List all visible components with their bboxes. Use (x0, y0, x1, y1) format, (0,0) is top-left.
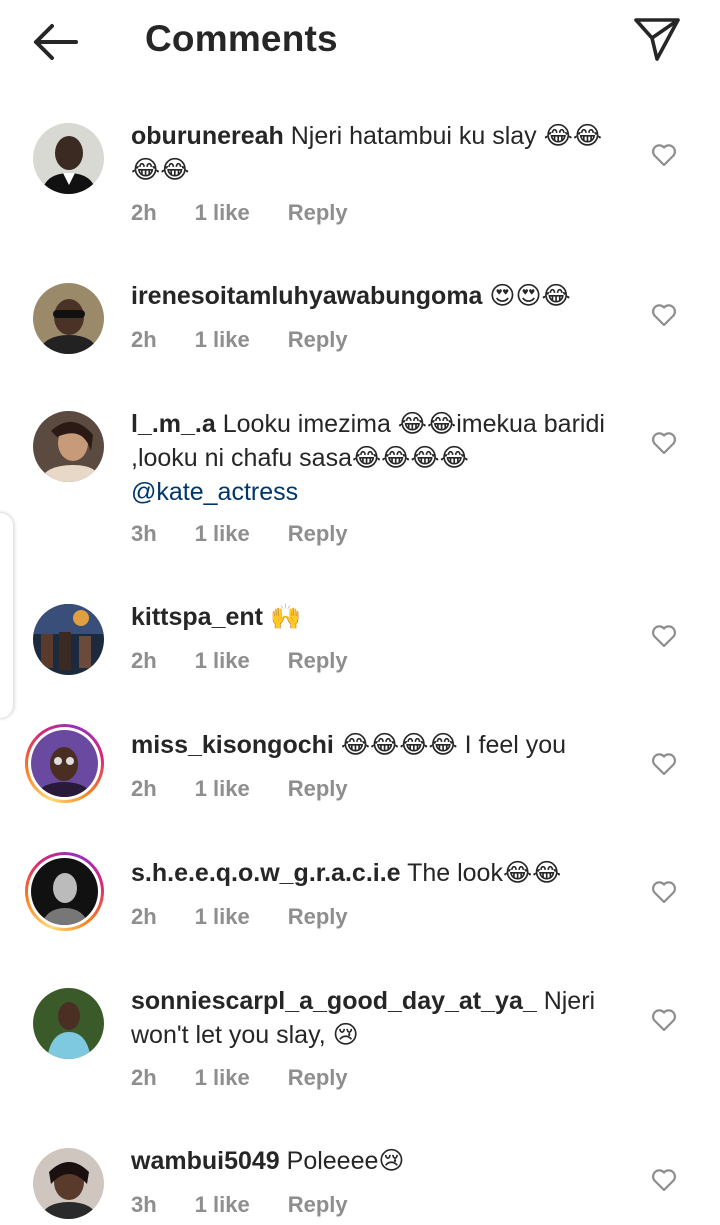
comment-likes[interactable]: 1 like (195, 327, 250, 353)
heart-icon[interactable] (651, 303, 677, 327)
comment-username[interactable]: s.h.e.e.q.o.w_g.r.a.c.i.e (131, 859, 401, 887)
comment-text: 😂😂😂😂 I feel you (340, 731, 567, 759)
heart-icon[interactable] (651, 1008, 677, 1032)
avatar[interactable] (25, 852, 104, 931)
comment-time: 2h (131, 1065, 157, 1090)
comment-meta: 2h 1 like Reply (131, 327, 386, 353)
comment-text: The look😂😂 (407, 859, 562, 887)
comment-username[interactable]: oburunereah (131, 122, 284, 150)
comment-text: 🙌 (269, 603, 302, 631)
reply-button[interactable]: Reply (288, 1192, 348, 1218)
reply-button[interactable]: Reply (288, 327, 348, 353)
avatar[interactable] (33, 1148, 104, 1219)
heart-icon[interactable] (651, 431, 677, 455)
heart-icon[interactable] (651, 752, 677, 776)
side-panel-handle[interactable] (0, 512, 14, 719)
comment-likes[interactable]: 1 like (195, 200, 250, 226)
comment-likes[interactable]: 1 like (195, 904, 250, 930)
direct-send-icon[interactable] (628, 14, 684, 64)
reply-button[interactable]: Reply (288, 648, 348, 674)
comment-username[interactable]: sonniescarpl_a_good_day_at_ya_ (131, 987, 537, 1015)
comment-username[interactable]: kittspa_ent (131, 603, 263, 631)
heart-icon[interactable] (651, 624, 677, 648)
heart-icon[interactable] (651, 143, 677, 167)
comment-time: 3h (131, 521, 157, 546)
comment-time: 2h (131, 904, 157, 929)
comment-body: irenesoitamluhyawabungoma 😍😍😂 (131, 279, 611, 313)
comment-time: 3h (131, 1192, 157, 1217)
comment-username[interactable]: irenesoitamluhyawabungoma (131, 282, 482, 310)
comment-meta: 2h 1 like Reply (131, 648, 386, 674)
comment-meta: 2h 1 like Reply (131, 904, 386, 930)
comment-username[interactable]: l_.m_.a (131, 410, 216, 438)
comment-likes[interactable]: 1 like (195, 776, 250, 802)
comment-body: oburunereah Njeri hatambui ku slay 😂😂😂😂 (131, 119, 611, 187)
comment-meta: 3h 1 like Reply (131, 1192, 386, 1218)
reply-button[interactable]: Reply (288, 904, 348, 930)
comment-meta: 3h 1 like Reply (131, 521, 386, 547)
comment-body: miss_kisongochi 😂😂😂😂 I feel you (131, 728, 611, 762)
avatar[interactable] (25, 724, 104, 803)
heart-icon[interactable] (651, 1168, 677, 1192)
comment-time: 2h (131, 327, 157, 352)
reply-button[interactable]: Reply (288, 776, 348, 802)
comment-text: Poleeee😢 (286, 1147, 405, 1175)
comment-time: 2h (131, 200, 157, 225)
comment-mention-link[interactable]: @kate_actress (131, 478, 298, 506)
avatar[interactable] (33, 123, 104, 194)
comment-time: 2h (131, 648, 157, 673)
comment-likes[interactable]: 1 like (195, 521, 250, 547)
avatar[interactable] (33, 604, 104, 675)
comment-likes[interactable]: 1 like (195, 1065, 250, 1091)
comment-meta: 2h 1 like Reply (131, 776, 386, 802)
avatar[interactable] (33, 411, 104, 482)
comment-meta: 2h 1 like Reply (131, 1065, 386, 1091)
comment-username[interactable]: miss_kisongochi (131, 731, 334, 759)
comment-body: s.h.e.e.q.o.w_g.r.a.c.i.e The look😂😂 (131, 856, 611, 890)
page-title: Comments (145, 18, 338, 59)
comment-likes[interactable]: 1 like (195, 648, 250, 674)
comment-likes[interactable]: 1 like (195, 1192, 250, 1218)
avatar[interactable] (33, 988, 104, 1059)
comment-username[interactable]: wambui5049 (131, 1147, 280, 1175)
top-bar: Comments (0, 0, 720, 84)
comment-body: kittspa_ent 🙌 (131, 600, 611, 634)
comment-text: 😍😍😂 (489, 282, 571, 310)
reply-button[interactable]: Reply (288, 521, 348, 547)
comment-body: sonniescarpl_a_good_day_at_ya_ Njeri won… (131, 984, 611, 1052)
comment-body: wambui5049 Poleeee😢 (131, 1144, 611, 1178)
heart-icon[interactable] (651, 880, 677, 904)
comment-meta: 2h 1 like Reply (131, 200, 386, 226)
comment-body: l_.m_.a Looku imezima 😂😂imekua baridi ,l… (131, 407, 611, 509)
reply-button[interactable]: Reply (288, 1065, 348, 1091)
back-arrow-icon[interactable] (28, 18, 84, 66)
comment-time: 2h (131, 776, 157, 801)
reply-button[interactable]: Reply (288, 200, 348, 226)
avatar[interactable] (33, 283, 104, 354)
